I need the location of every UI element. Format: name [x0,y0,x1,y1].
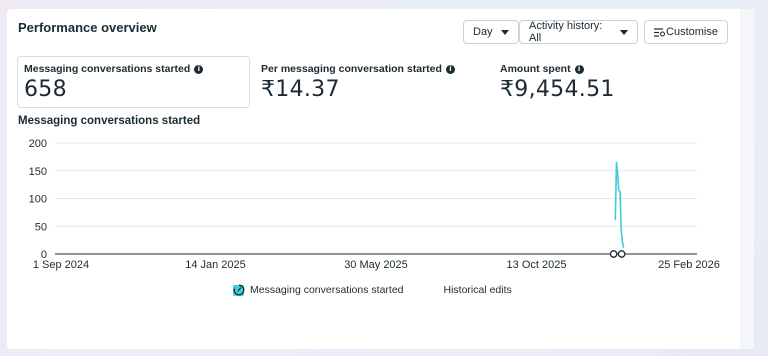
data-point [621,241,623,243]
x-tick-label: 25 Feb 2026 [658,259,720,271]
data-point [622,246,625,248]
data-point [615,161,618,164]
x-tick-label: 13 Oct 2025 [507,259,567,271]
data-point [619,191,621,193]
data-point [618,189,620,191]
y-tick-label: 50 [35,221,47,233]
line-chart: 0501001502001 Sep 2024 14 Jan 2025 30 May … [29,138,720,271]
x-tick-label: 14 Jan 2025 [185,259,246,271]
y-tick-label: 150 [29,166,47,178]
historical-edits-icon [617,250,626,258]
data-point [617,172,619,175]
x-tick-label: 30 May 2025 [344,259,408,271]
x-tick-label: 1 Sep 2024 [33,259,89,271]
series-line [614,161,625,248]
data-point [620,228,622,230]
y-tick-label: 200 [29,138,47,150]
historical-edits-icon [609,250,618,258]
y-tick-label: 100 [29,194,47,206]
data-point [614,218,616,221]
